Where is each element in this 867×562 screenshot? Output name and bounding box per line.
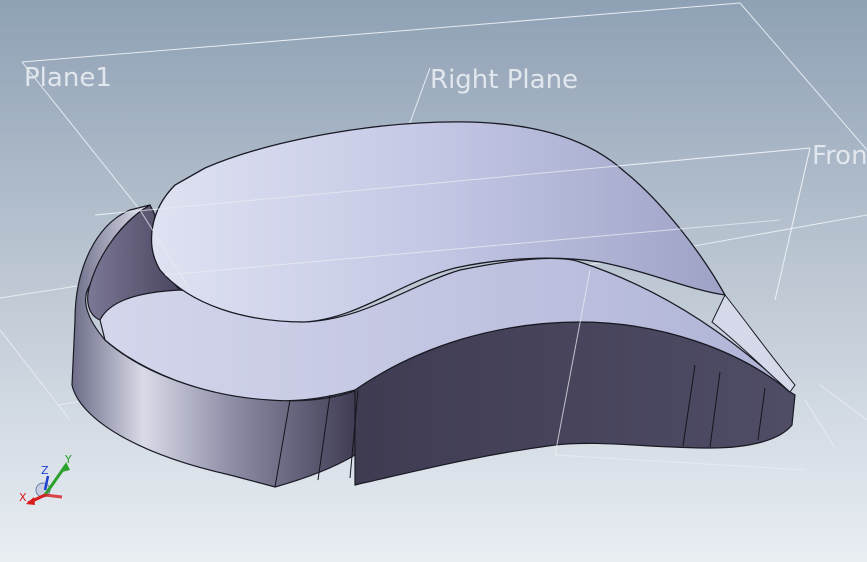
right-plane-label[interactable]: Right Plane bbox=[430, 65, 578, 95]
graphics-viewport[interactable]: Plane1 Right Plane Fron X Y Z bbox=[0, 0, 867, 562]
triad-z-label: Z bbox=[41, 464, 49, 477]
triad-x-label: X bbox=[19, 491, 27, 504]
triad-y-label: Y bbox=[64, 453, 72, 466]
3d-model-view[interactable]: Plane1 Right Plane Fron X Y Z bbox=[0, 0, 867, 562]
triad-x-base bbox=[44, 493, 63, 499]
plane1-label[interactable]: Plane1 bbox=[24, 63, 112, 93]
front-plane-label[interactable]: Fron bbox=[812, 141, 867, 171]
